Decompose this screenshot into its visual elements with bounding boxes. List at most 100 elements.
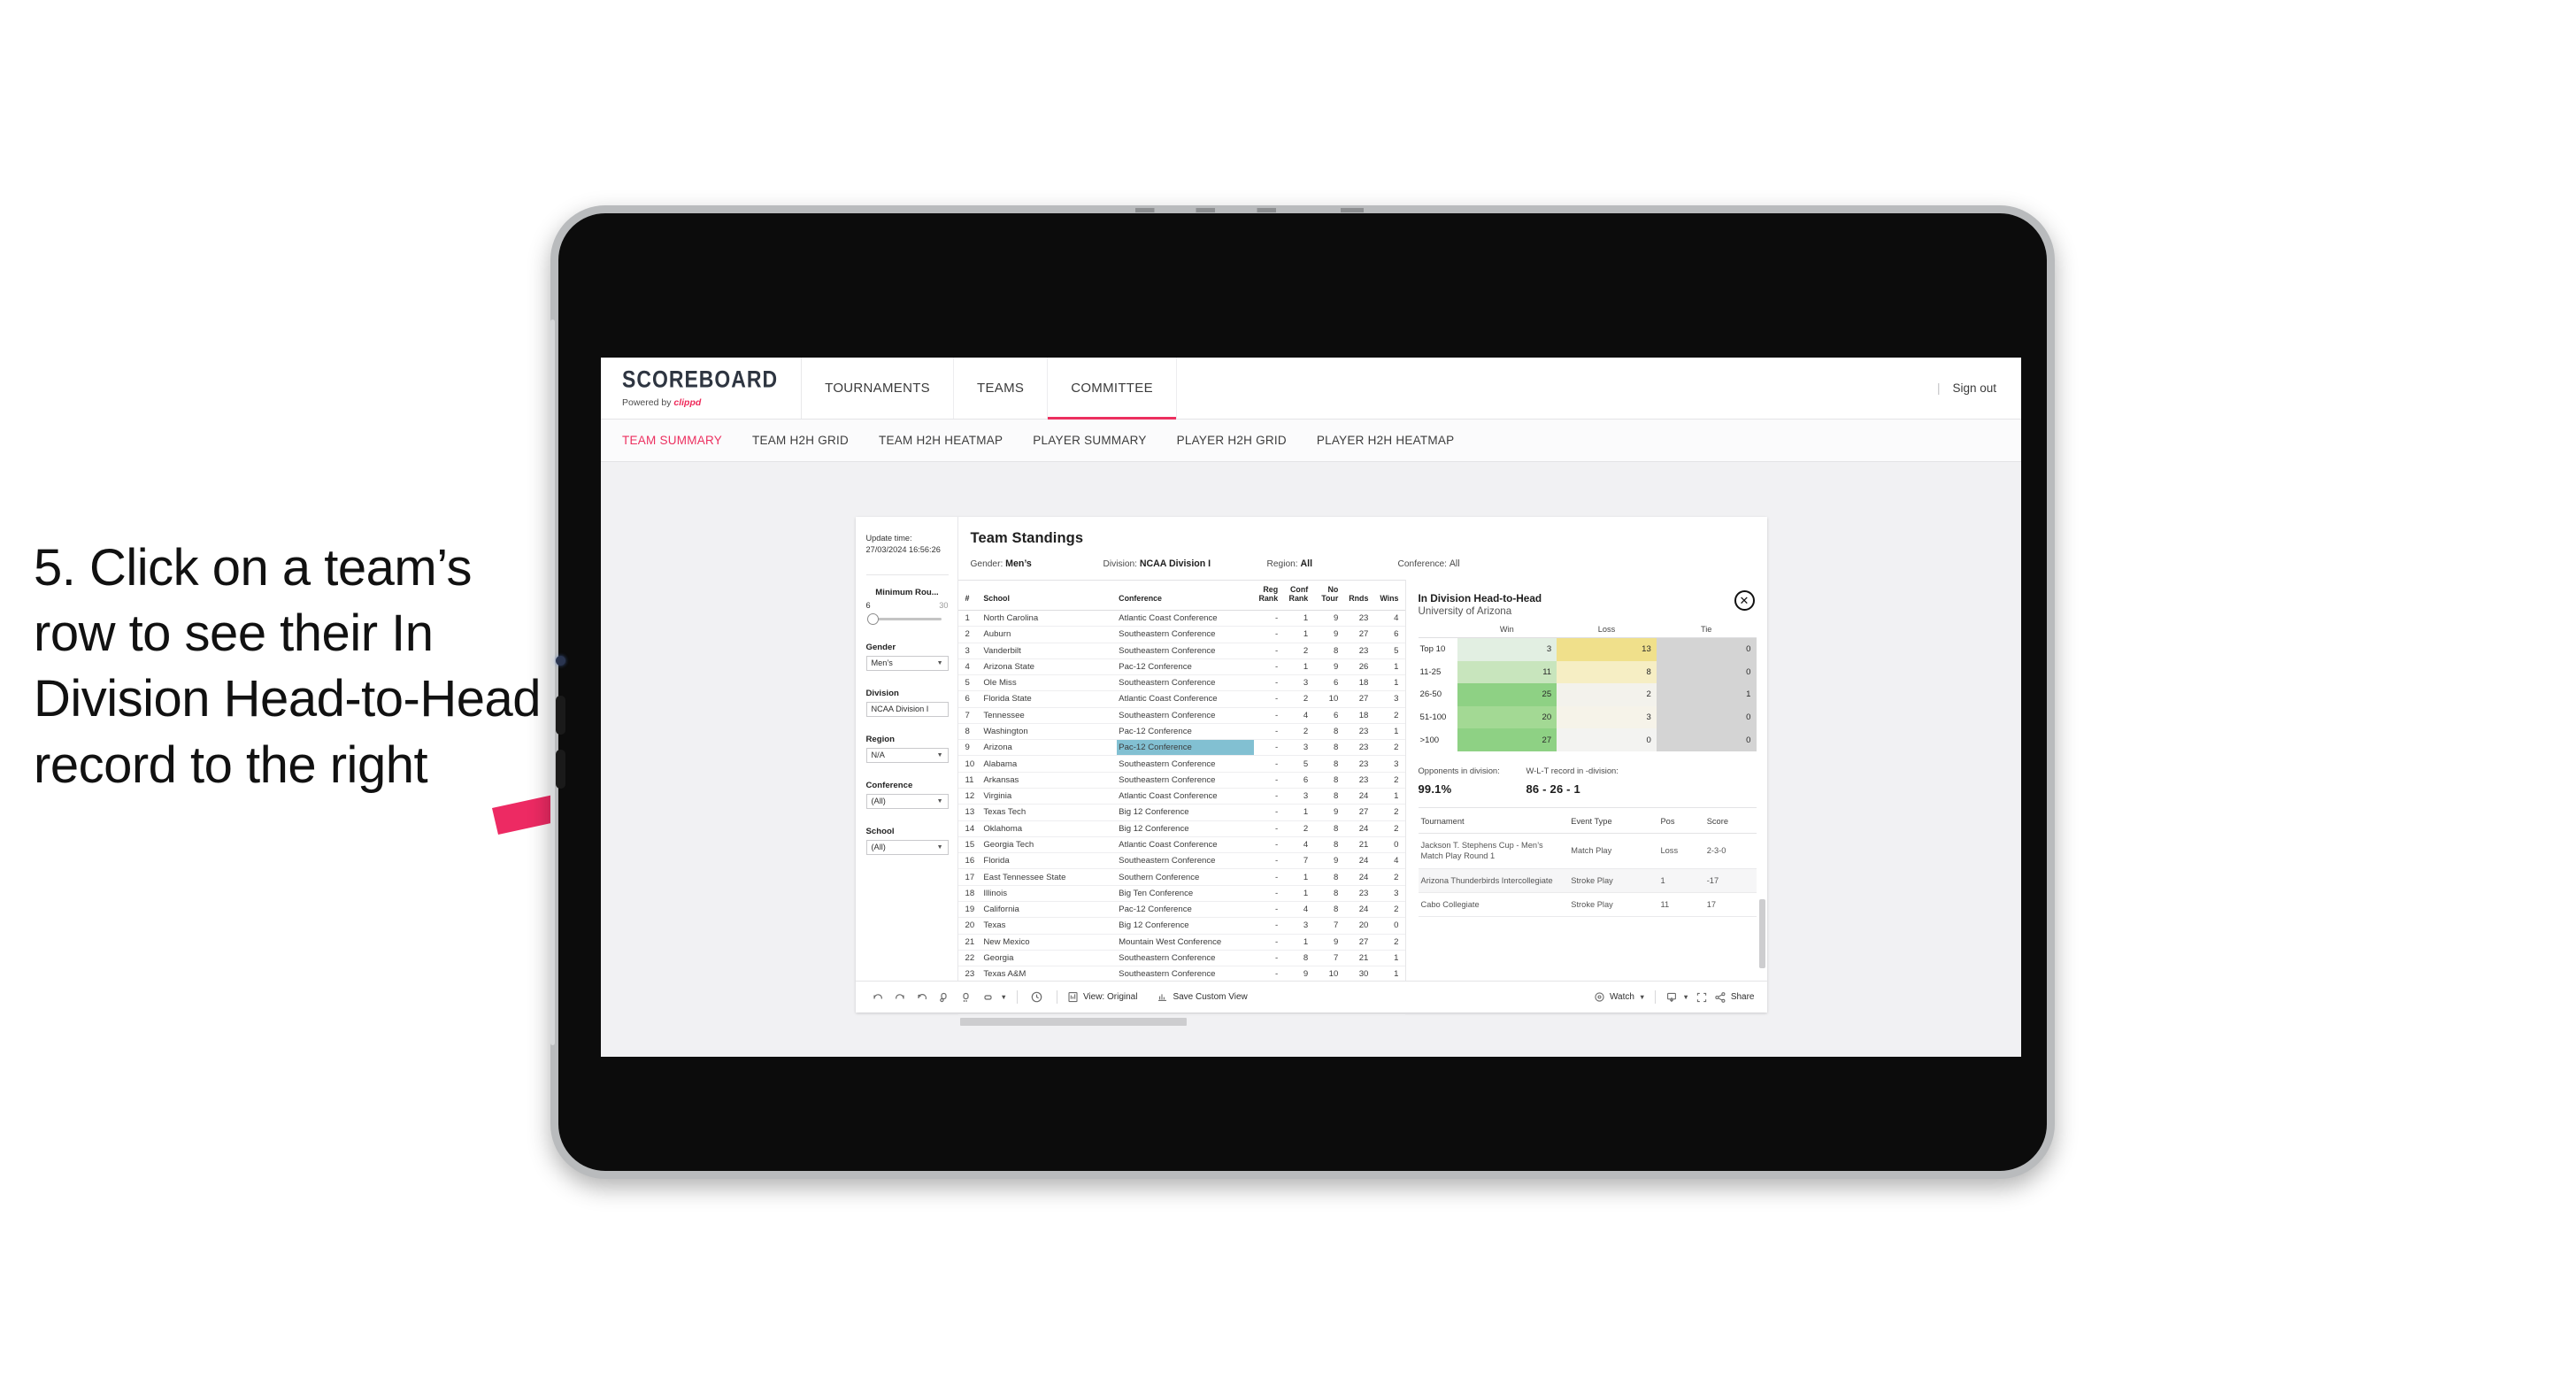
col-conference[interactable]: Conference xyxy=(1117,581,1255,611)
h2h-divider xyxy=(1418,806,1757,808)
chevron-down-icon[interactable]: ▼ xyxy=(1001,993,1007,1001)
share-button[interactable]: Share xyxy=(1714,991,1755,1004)
table-row[interactable]: 16 Florida Southeastern Conference -7 9 24 4 xyxy=(957,852,1405,870)
slider-knob[interactable] xyxy=(866,612,879,625)
col-rank[interactable]: # xyxy=(957,581,982,611)
subtab-player-h2h-heatmap[interactable]: PLAYER H2H HEATMAP xyxy=(1317,434,1455,447)
table-row[interactable]: 19 California Pac-12 Conference -4 8 24 2 xyxy=(957,901,1405,919)
view-original-button[interactable]: View: Original xyxy=(1067,991,1137,1003)
table-row[interactable]: 17 East Tennessee State Southern Conferenc… xyxy=(957,868,1405,886)
h2h-win-cell[interactable]: 20 xyxy=(1457,705,1557,729)
col-conf-rank[interactable]: Conf Rank xyxy=(1284,581,1315,611)
nav-tab-tournaments[interactable]: TOURNAMENTS xyxy=(802,358,954,419)
fullscreen-icon[interactable] xyxy=(1692,988,1711,1007)
tournament-table-body: Jackson T. Stephens Cup - Men’s Match Pl… xyxy=(1418,833,1757,918)
h2h-tie-cell[interactable]: 0 xyxy=(1656,728,1757,751)
sign-out-link[interactable]: Sign out xyxy=(1952,381,1996,395)
table-row[interactable]: 18 Illinois Big Ten Conference -1 8 23 3 xyxy=(957,885,1405,903)
cell-rnds: 27 xyxy=(1344,804,1375,821)
vertical-scrollbar[interactable] xyxy=(1758,899,1765,968)
h2h-loss-cell[interactable]: 8 xyxy=(1557,660,1657,684)
col-school[interactable]: School xyxy=(981,581,1118,611)
pause-icon[interactable] xyxy=(957,988,976,1007)
h2h-tie-cell[interactable]: 0 xyxy=(1656,705,1757,729)
col-reg-rank[interactable]: Reg Rank xyxy=(1254,581,1285,611)
revert-icon[interactable] xyxy=(912,988,932,1007)
undo-icon[interactable] xyxy=(868,988,888,1007)
tournament-row[interactable]: Arizona Thunderbirds Intercollegiate Stro… xyxy=(1418,868,1757,894)
filter-conference-select[interactable]: (All) ▼ xyxy=(865,793,949,809)
refresh-icon[interactable] xyxy=(934,988,954,1007)
col-rnds[interactable]: Rnds xyxy=(1344,581,1375,611)
download-button[interactable]: ▼ xyxy=(1665,991,1689,1004)
h2h-loss-cell[interactable]: 13 xyxy=(1557,637,1657,661)
h2h-loss-cell[interactable]: 0 xyxy=(1557,728,1657,751)
col-no-tour[interactable]: No Tour xyxy=(1314,581,1345,611)
redo-icon[interactable] xyxy=(890,988,910,1007)
watch-button[interactable]: Watch ▼ xyxy=(1594,991,1645,1003)
filter-division-label: Division xyxy=(865,688,899,698)
cell-pos: Loss xyxy=(1657,833,1704,869)
scrollbar-thumb[interactable] xyxy=(959,1017,1187,1026)
table-row[interactable]: 5 Ole Miss Southeastern Conference -3 6 18 1 xyxy=(957,674,1405,692)
h2h-kpis: Opponents in division: 99.1% W-L-T recor… xyxy=(1419,766,1757,796)
subtab-team-h2h-grid[interactable]: TEAM H2H GRID xyxy=(752,434,849,447)
h2h-title: In Division Head-to-Head xyxy=(1418,592,1542,604)
h2h-win-cell[interactable]: 25 xyxy=(1457,683,1557,706)
col-wins[interactable]: Wins xyxy=(1374,581,1405,611)
nav-tab-teams[interactable]: TEAMS xyxy=(954,358,1049,419)
subtab-team-summary[interactable]: TEAM SUMMARY xyxy=(622,434,722,447)
h2h-tie-cell[interactable]: 1 xyxy=(1656,683,1757,706)
table-row[interactable]: 7 Tennessee Southeastern Conference -4 6 18 2 xyxy=(957,707,1405,724)
table-row[interactable]: 2 Auburn Southeastern Conference -1 9 27 6 xyxy=(957,626,1405,643)
cell-reg-rank: - xyxy=(1254,934,1285,951)
table-row[interactable]: 10 Alabama Southeastern Conference -5 8 23 3 xyxy=(957,755,1405,773)
filter-region-select[interactable]: N/A ▼ xyxy=(865,747,949,763)
table-row[interactable]: 20 Texas Big 12 Conference -3 7 20 0 xyxy=(957,917,1405,935)
table-row[interactable]: 9 Arizona Pac-12 Conference -3 8 23 2 xyxy=(957,739,1405,757)
table-row[interactable]: 12 Virginia Atlantic Coast Conference -3 8 24… xyxy=(957,788,1405,805)
table-row[interactable]: 8 Washington Pac-12 Conference -2 8 23 1 xyxy=(957,723,1405,741)
table-row[interactable]: 3 Vanderbilt Southeastern Conference -2 8 23 5 xyxy=(957,643,1405,659)
h2h-loss-cell[interactable]: 2 xyxy=(1557,683,1657,706)
subtab-team-h2h-heatmap[interactable]: TEAM H2H HEATMAP xyxy=(879,434,1003,447)
table-row[interactable]: 11 Arkansas Southeastern Conference -6 8 23 2 xyxy=(957,772,1405,789)
tournament-row[interactable]: Jackson T. Stephens Cup - Men’s Match Pl… xyxy=(1418,833,1757,869)
minimum-rounds-slider[interactable] xyxy=(866,612,949,625)
volume-up-button[interactable] xyxy=(556,696,565,735)
h2h-tie-cell[interactable]: 0 xyxy=(1656,660,1757,684)
h2h-win-cell[interactable]: 11 xyxy=(1457,660,1557,684)
close-icon[interactable]: ✕ xyxy=(1734,590,1755,611)
subtab-player-summary[interactable]: PLAYER SUMMARY xyxy=(1033,434,1146,447)
h2h-loss-cell[interactable]: 3 xyxy=(1557,705,1657,729)
h2h-win-cell[interactable]: 27 xyxy=(1457,728,1557,751)
nav-tab-committee[interactable]: COMMITTEE xyxy=(1048,358,1177,420)
filter-gender-select[interactable]: Men’s ▼ xyxy=(865,655,949,671)
filter-division-select[interactable]: NCAA Division I xyxy=(865,701,949,717)
tournament-row[interactable]: Cabo Collegiate Stroke Play 11 17 xyxy=(1418,892,1757,918)
cell-conference: Southeastern Conference xyxy=(1117,674,1255,692)
h2h-win-cell[interactable]: 3 xyxy=(1457,637,1557,661)
update-time: Update time: 27/03/2024 16:56:26 xyxy=(866,533,949,557)
brand-logo[interactable]: SCOREBOARD Powered by clippd xyxy=(601,358,803,419)
table-row[interactable]: 21 New Mexico Mountain West Conference -1 9 2… xyxy=(957,934,1405,951)
volume-down-button[interactable] xyxy=(556,750,565,789)
table-row[interactable]: 15 Georgia Tech Atlantic Coast Conference -… xyxy=(957,836,1405,854)
table-row[interactable]: 13 Texas Tech Big 12 Conference -1 9 27 2 xyxy=(957,804,1405,821)
table-row[interactable]: 6 Florida State Atlantic Coast Conference -… xyxy=(957,690,1405,708)
table-row[interactable]: 22 Georgia Southeastern Conference -8 7 21 1 xyxy=(957,950,1405,967)
save-custom-view-button[interactable]: Save Custom View xyxy=(1157,991,1248,1003)
table-row[interactable]: 4 Arizona State Pac-12 Conference -1 9 26 1 xyxy=(957,658,1405,676)
cell-rnds: 23 xyxy=(1344,772,1375,789)
cell-rank: 18 xyxy=(957,885,982,903)
h2h-tie-cell[interactable]: 0 xyxy=(1656,637,1757,661)
table-row[interactable]: 1 North Carolina Atlantic Coast Conference… xyxy=(957,610,1405,628)
filter-school-select[interactable]: (All) ▼ xyxy=(865,839,949,855)
filter-school: School (All) ▼ xyxy=(865,827,949,855)
cell-no-tour: 7 xyxy=(1314,917,1345,935)
subtab-player-h2h-grid[interactable]: PLAYER H2H GRID xyxy=(1177,434,1287,447)
table-row[interactable]: 14 Oklahoma Big 12 Conference -2 8 24 2 xyxy=(957,820,1405,837)
cell-rnds: 24 xyxy=(1344,820,1375,837)
history-icon[interactable] xyxy=(1027,988,1047,1007)
highlight-icon[interactable] xyxy=(979,988,998,1007)
